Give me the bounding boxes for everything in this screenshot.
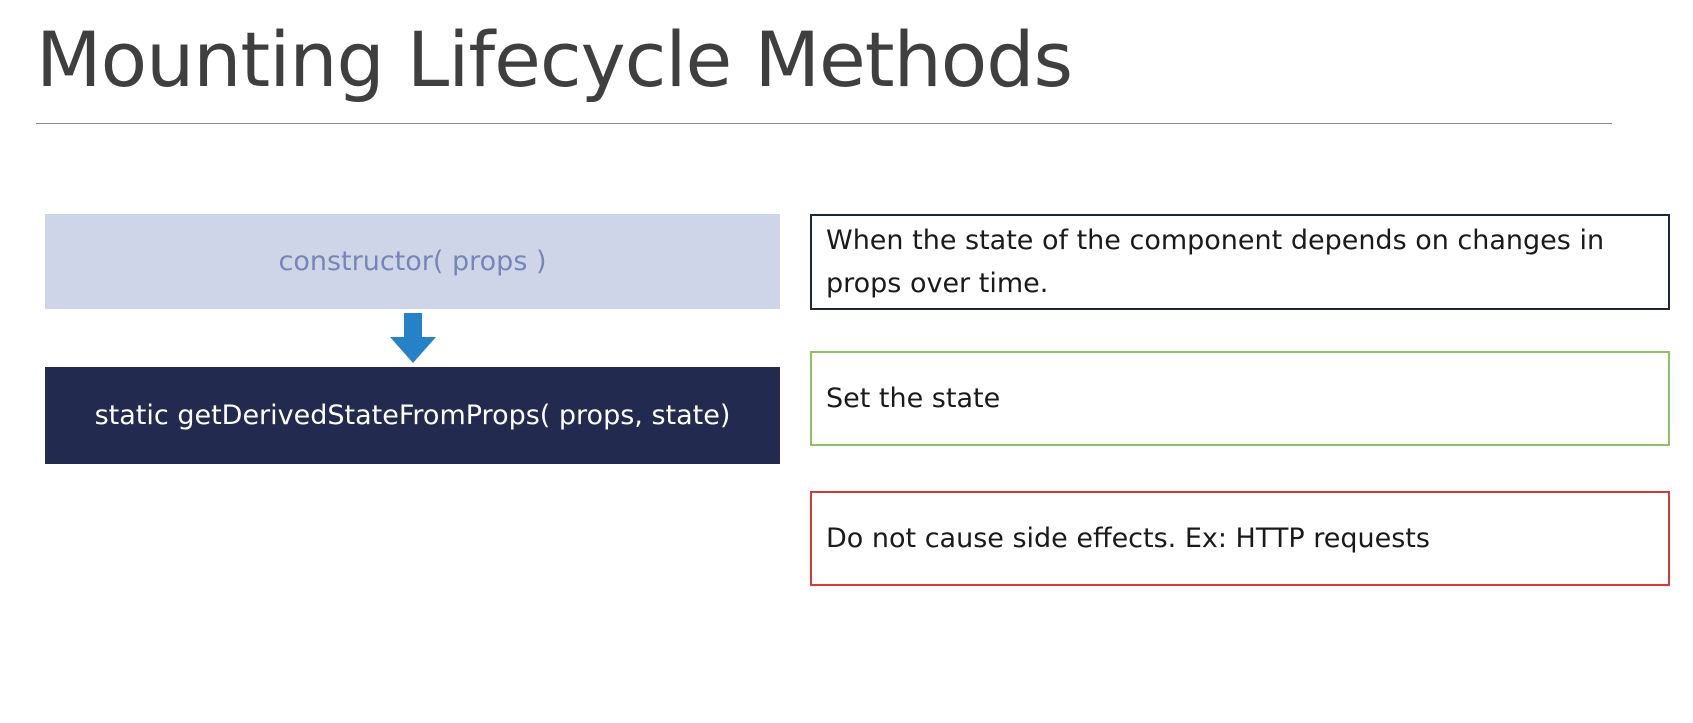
note-box-set-state: Set the state: [810, 351, 1670, 446]
title-divider: [36, 123, 1612, 124]
note-text: When the state of the component depends …: [826, 224, 1605, 299]
constructor-method-label: constructor( props ): [278, 246, 547, 277]
note-box-no-side-effects: Do not cause side effects. Ex: HTTP requ…: [810, 491, 1670, 586]
constructor-method-box: constructor( props ): [45, 214, 780, 309]
note-text: Set the state: [826, 382, 1001, 414]
arrow-down-icon: [390, 313, 436, 363]
slide-title: Mounting Lifecycle Methods: [36, 15, 1073, 104]
note-text: Do not cause side effects. Ex: HTTP requ…: [826, 522, 1430, 554]
note-box-state-depends-on-props: When the state of the component depends …: [810, 214, 1670, 310]
get-derived-state-method-box: static getDerivedStateFromProps( props, …: [45, 367, 780, 464]
get-derived-state-method-label: static getDerivedStateFromProps( props, …: [94, 400, 731, 431]
